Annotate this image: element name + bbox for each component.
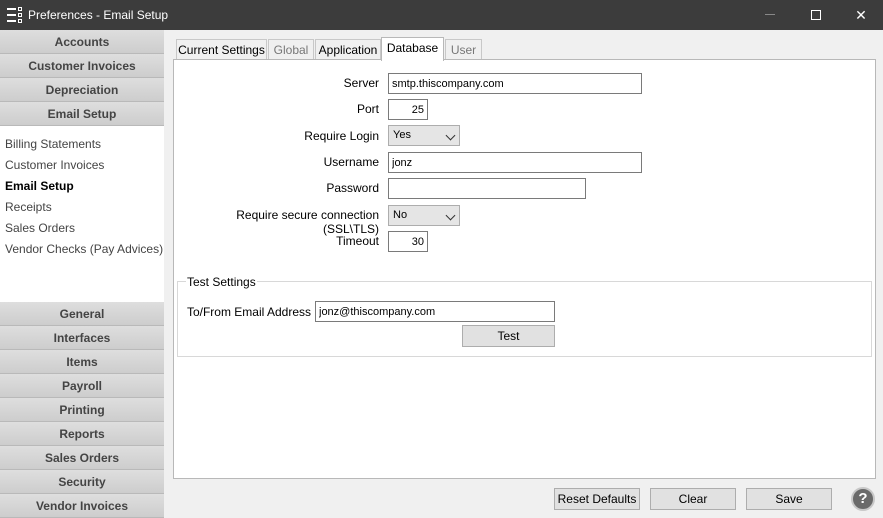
clear-button[interactable]: Clear — [650, 488, 736, 510]
port-input[interactable] — [388, 99, 428, 120]
ssl-value: No — [393, 209, 408, 221]
nav-item-email-setup[interactable]: Email Setup — [5, 179, 74, 193]
tab-global[interactable]: Global — [268, 39, 314, 60]
nav-section-sales-orders[interactable]: Sales Orders — [0, 446, 164, 470]
password-label: Password — [326, 181, 379, 195]
nav-section-security[interactable]: Security — [0, 470, 164, 494]
timeout-label: Timeout — [336, 234, 379, 248]
password-input[interactable] — [388, 178, 586, 199]
nav-item-customer-invoices[interactable]: Customer Invoices — [5, 158, 104, 172]
nav-section-items[interactable]: Items — [0, 350, 164, 374]
server-input[interactable] — [388, 73, 642, 94]
username-input[interactable] — [388, 152, 642, 173]
email-address-input[interactable] — [315, 301, 555, 322]
reset-defaults-button[interactable]: Reset Defaults — [554, 488, 640, 510]
nav-section-accounts[interactable]: Accounts — [0, 30, 164, 54]
minimize-icon — [765, 14, 775, 15]
close-icon: ✕ — [855, 7, 867, 23]
ssl-select[interactable]: No — [388, 205, 460, 226]
app-icon — [7, 7, 23, 23]
tab-user[interactable]: User — [445, 39, 482, 60]
nav-section-printing[interactable]: Printing — [0, 398, 164, 422]
nav-section-reports[interactable]: Reports — [0, 422, 164, 446]
chevron-down-icon — [445, 130, 456, 141]
username-label: Username — [323, 155, 379, 169]
server-label: Server — [343, 76, 379, 90]
require-login-value: Yes — [393, 129, 411, 141]
nav-section-payroll[interactable]: Payroll — [0, 374, 164, 398]
nav-section-depreciation[interactable]: Depreciation — [0, 78, 164, 102]
minimize-button[interactable] — [747, 0, 793, 30]
test-settings-title: Test Settings — [186, 275, 257, 289]
nav-item-receipts[interactable]: Receipts — [5, 200, 52, 214]
tab-current-settings[interactable]: Current Settings — [176, 39, 267, 60]
close-button[interactable]: ✕ — [838, 0, 883, 30]
help-icon[interactable]: ? — [851, 487, 875, 511]
nav-item-billing-statements[interactable]: Billing Statements — [5, 137, 101, 151]
settings-panel — [173, 59, 876, 479]
port-label: Port — [356, 102, 379, 116]
save-button[interactable]: Save — [746, 488, 832, 510]
window-title: Preferences - Email Setup — [28, 8, 169, 22]
chevron-down-icon — [445, 210, 456, 221]
tab-database[interactable]: Database — [381, 37, 444, 61]
nav-section-email-setup[interactable]: Email Setup — [0, 102, 164, 126]
title-bar: Preferences - Email Setup ✕ — [0, 0, 883, 30]
maximize-icon — [811, 10, 821, 20]
nav-section-interfaces[interactable]: Interfaces — [0, 326, 164, 350]
nav-item-sales-orders[interactable]: Sales Orders — [5, 221, 75, 235]
email-address-label: To/From Email Address — [186, 305, 311, 319]
nav-section-general[interactable]: General — [0, 302, 164, 326]
timeout-input[interactable] — [388, 231, 428, 252]
require-login-select[interactable]: Yes — [388, 125, 460, 146]
test-button[interactable]: Test — [462, 325, 555, 347]
tab-application[interactable]: Application — [315, 39, 381, 60]
nav-section-vendor-invoices[interactable]: Vendor Invoices — [0, 494, 164, 518]
maximize-button[interactable] — [793, 0, 839, 30]
nav-item-vendor-checks[interactable]: Vendor Checks (Pay Advices) — [5, 242, 163, 256]
preferences-nav: Accounts Customer Invoices Depreciation … — [0, 30, 164, 518]
nav-section-customer-invoices[interactable]: Customer Invoices — [0, 54, 164, 78]
require-login-label: Require Login — [304, 129, 379, 143]
ssl-label: Require secure connection (SSL\TLS) — [236, 208, 379, 236]
